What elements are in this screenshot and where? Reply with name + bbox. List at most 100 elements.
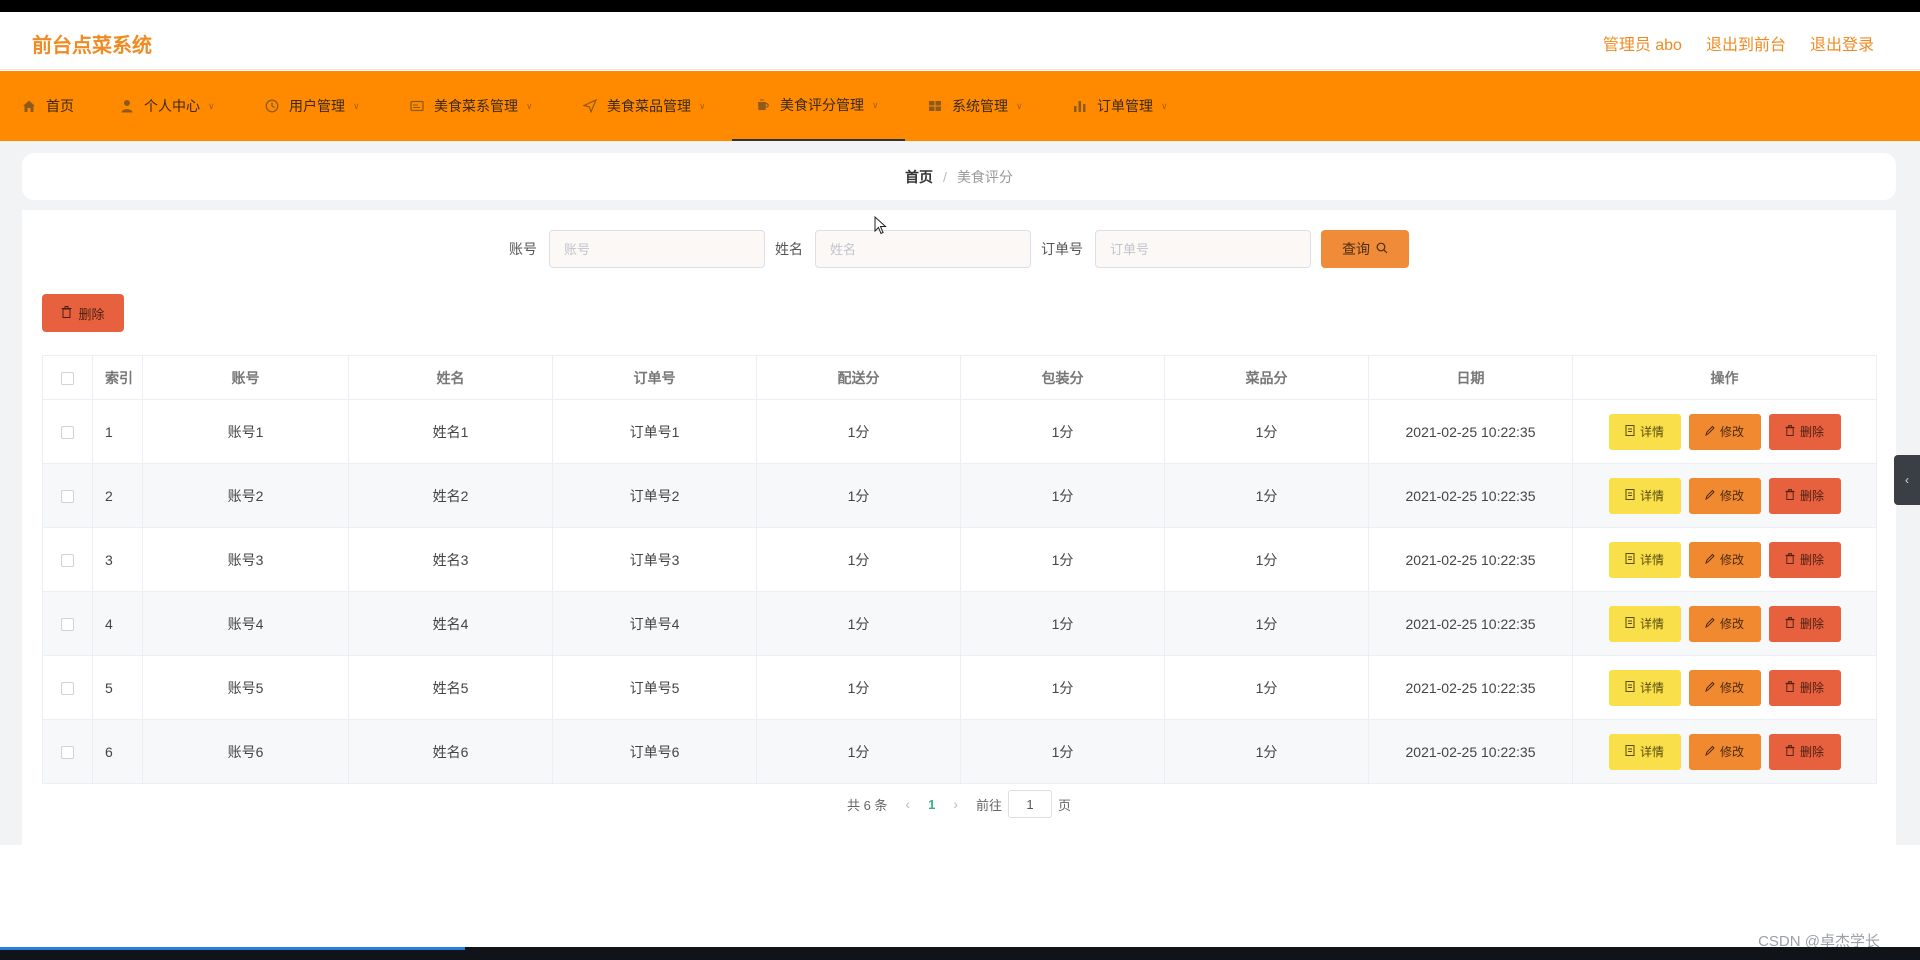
row-checkbox[interactable]: [61, 426, 74, 440]
edit-button[interactable]: 修改: [1688, 733, 1761, 770]
clock-icon: [265, 99, 279, 113]
cell-account: 账号2: [142, 463, 349, 528]
edit-label: 修改: [1719, 489, 1744, 503]
delete-label: 删除: [1799, 617, 1824, 631]
trash-icon: [1785, 424, 1795, 439]
edit-button[interactable]: 修改: [1688, 413, 1761, 450]
cell-order: 订单号3: [552, 527, 757, 592]
account-search-input[interactable]: [549, 230, 765, 268]
nav-item-order-management[interactable]: 订单管理 ∨: [1073, 71, 1168, 141]
goto-page-input[interactable]: [1008, 790, 1053, 818]
nav-item-cuisine-management[interactable]: 美食菜系管理 ∨: [410, 71, 533, 141]
delete-button[interactable]: 删除: [1768, 733, 1841, 770]
row-actions-cell: 详情 修改 删除: [1572, 655, 1877, 720]
row-checkbox[interactable]: [61, 746, 74, 760]
edit-label: 修改: [1719, 745, 1744, 759]
column-header: 姓名: [348, 355, 553, 400]
edit-button[interactable]: 修改: [1688, 605, 1761, 642]
detail-button[interactable]: 详情: [1608, 477, 1681, 514]
delete-button[interactable]: 删除: [1768, 477, 1841, 514]
row-actions: 详情 修改 删除: [1573, 669, 1876, 706]
cell-date: 2021-02-25 10:22:35: [1368, 719, 1573, 784]
edit-button[interactable]: 修改: [1688, 669, 1761, 706]
order-search-input[interactable]: [1095, 230, 1311, 268]
name-search-input[interactable]: [815, 230, 1031, 268]
row-select-cell: [42, 463, 93, 528]
bulk-delete-button[interactable]: 删除: [42, 294, 124, 332]
nav-item-dish-management[interactable]: 美食菜品管理 ∨: [583, 71, 706, 141]
cell-delivery: 1分: [756, 527, 961, 592]
row-actions: 详情 修改 删除: [1573, 413, 1876, 450]
cell-index: 1: [92, 399, 143, 464]
row-select-cell: [42, 655, 93, 720]
nav-item-rating-management[interactable]: 美食评分管理 ∨: [732, 71, 905, 141]
nav-item-user-management[interactable]: 用户管理 ∨: [265, 71, 360, 141]
delete-button[interactable]: 删除: [1768, 541, 1841, 578]
chevron-down-icon: ∨: [208, 100, 215, 111]
select-all-checkbox[interactable]: [61, 372, 74, 386]
chevron-down-icon: ∨: [353, 100, 360, 111]
row-checkbox[interactable]: [61, 618, 74, 632]
detail-label: 详情: [1639, 489, 1664, 503]
goto-label: 前往: [976, 797, 1003, 813]
logout-link[interactable]: 退出登录: [1810, 31, 1874, 55]
delete-button[interactable]: 删除: [1768, 605, 1841, 642]
row-select-cell: [42, 591, 93, 656]
row-checkbox[interactable]: [61, 490, 74, 504]
row-checkbox[interactable]: [61, 682, 74, 696]
cell-delivery: 1分: [756, 655, 961, 720]
cell-packaging: 1分: [960, 719, 1165, 784]
search-form: 账号 姓名 订单号 查询: [22, 230, 1896, 268]
grid-icon: [928, 99, 942, 113]
nav-item-system-management[interactable]: 系统管理 ∨: [928, 71, 1023, 141]
nav-label: 用户管理: [289, 98, 345, 114]
next-page-icon[interactable]: ›: [953, 796, 958, 812]
prev-page-icon[interactable]: ‹: [905, 796, 910, 812]
nav-label: 系统管理: [952, 98, 1008, 114]
table-row: 1 账号1 姓名1 订单号1 1分 1分 1分 2021-02-25 10:22:35 详情 修改…: [42, 399, 1877, 464]
trash-icon: [1785, 616, 1795, 631]
column-header: 操作: [1572, 355, 1877, 400]
detail-label: 详情: [1639, 617, 1664, 631]
detail-button[interactable]: 详情: [1608, 669, 1681, 706]
pencil-icon: [1705, 745, 1715, 759]
search-button[interactable]: 查询: [1321, 230, 1409, 268]
cell-dish: 1分: [1164, 719, 1369, 784]
detail-button[interactable]: 详情: [1608, 413, 1681, 450]
home-icon: [22, 99, 36, 113]
video-progress-bar[interactable]: [0, 947, 465, 950]
delete-button[interactable]: 删除: [1768, 413, 1841, 450]
cell-date: 2021-02-25 10:22:35: [1368, 591, 1573, 656]
detail-button[interactable]: 详情: [1608, 605, 1681, 642]
delete-button[interactable]: 删除: [1768, 669, 1841, 706]
detail-button[interactable]: 详情: [1608, 541, 1681, 578]
breadcrumb-home[interactable]: 首页: [905, 167, 933, 187]
exit-to-frontend-link[interactable]: 退出到前台: [1706, 31, 1786, 55]
name-label: 姓名: [775, 241, 803, 257]
delete-label: 删除: [1799, 745, 1824, 759]
table-header-row: 索引 账号 姓名 订单号 配送分 包装分 菜品分 日期 操作: [42, 355, 1877, 400]
edit-button[interactable]: 修改: [1688, 477, 1761, 514]
cell-dish: 1分: [1164, 399, 1369, 464]
detail-button[interactable]: 详情: [1608, 733, 1681, 770]
rating-table: 索引 账号 姓名 订单号 配送分 包装分 菜品分 日期 操作 1 账号1 姓名1 订单…: [42, 355, 1877, 784]
document-icon: [1625, 424, 1635, 439]
page-unit-label: 页: [1058, 797, 1072, 813]
table-row: 4 账号4 姓名4 订单号4 1分 1分 1分 2021-02-25 10:22:35 详情 修改…: [42, 591, 1877, 656]
column-header: 包装分: [960, 355, 1165, 400]
screen-top-edge: [0, 0, 1920, 12]
pagination-page-current[interactable]: 1: [928, 797, 935, 812]
admin-user-link[interactable]: 管理员 abo: [1603, 31, 1682, 55]
breadcrumb-separator: /: [943, 168, 947, 185]
row-checkbox[interactable]: [61, 554, 74, 568]
nav-label: 订单管理: [1097, 98, 1153, 114]
cell-delivery: 1分: [756, 591, 961, 656]
cell-packaging: 1分: [960, 399, 1165, 464]
row-actions-cell: 详情 修改 删除: [1572, 719, 1877, 784]
edit-button[interactable]: 修改: [1688, 541, 1761, 578]
cell-account: 账号3: [142, 527, 349, 592]
cell-index: 4: [92, 591, 143, 656]
nav-item-home[interactable]: 首页: [22, 71, 74, 141]
nav-item-personal-center[interactable]: 个人中心 ∨: [120, 71, 215, 141]
side-collapse-tab[interactable]: ‹: [1894, 455, 1920, 505]
